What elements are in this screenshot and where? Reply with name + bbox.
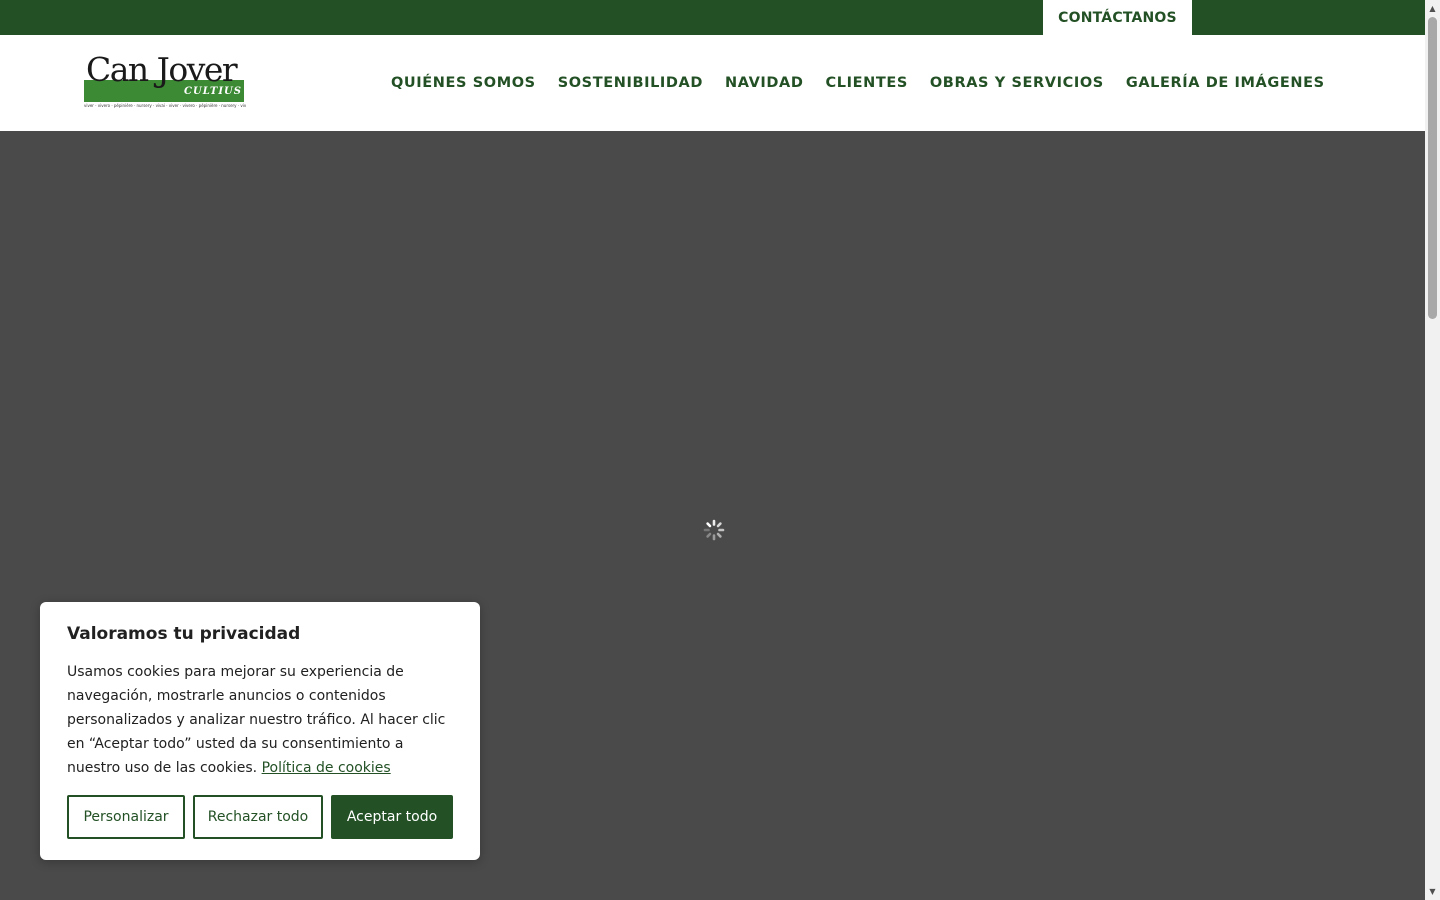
vertical-scrollbar[interactable]: ▲ ▼ xyxy=(1425,0,1440,900)
cookie-title: Valoramos tu privacidad xyxy=(67,624,301,644)
customize-button[interactable]: Personalizar xyxy=(67,795,185,839)
arrow-up-icon[interactable]: ▲ xyxy=(1425,0,1440,17)
nav-item-clientes[interactable]: CLIENTES xyxy=(826,75,908,91)
scrollbar-thumb[interactable] xyxy=(1428,17,1437,319)
top-bar: CONTÁCTANOS xyxy=(0,0,1425,35)
arrow-down-icon[interactable]: ▼ xyxy=(1425,883,1440,900)
nav-item-quienes-somos[interactable]: QUIÉNES SOMOS xyxy=(391,75,536,91)
logo-tagline: viver · vivero · pépinière · nursery · v… xyxy=(84,103,246,108)
accept-all-button[interactable]: Aceptar todo xyxy=(331,795,453,839)
nav-item-sostenibilidad[interactable]: SOSTENIBILIDAD xyxy=(558,75,703,91)
logo-wordmark: Can Jover xyxy=(86,50,238,89)
loading-spinner-icon xyxy=(703,519,725,541)
contact-button[interactable]: CONTÁCTANOS xyxy=(1043,0,1192,35)
nav-item-navidad[interactable]: NAVIDAD xyxy=(725,75,803,91)
logo-subtitle: CULTIUS xyxy=(184,86,242,97)
site-header: Can Jover CULTIUS viver · vivero · pépin… xyxy=(0,35,1425,131)
page: CONTÁCTANOS Can Jover CULTIUS viver · vi… xyxy=(0,0,1425,900)
reject-all-button[interactable]: Rechazar todo xyxy=(193,795,323,839)
logo[interactable]: Can Jover CULTIUS viver · vivero · pépin… xyxy=(84,50,246,112)
cookie-consent-banner: Valoramos tu privacidad Usamos cookies p… xyxy=(40,602,480,860)
nav-item-galeria-de-imagenes[interactable]: GALERÍA DE IMÁGENES xyxy=(1126,75,1325,91)
cookie-policy-link[interactable]: Política de cookies xyxy=(262,760,391,776)
nav-item-obras-y-servicios[interactable]: OBRAS Y SERVICIOS xyxy=(930,75,1104,91)
main-nav: QUIÉNES SOMOS SOSTENIBILIDAD NAVIDAD CLI… xyxy=(391,35,1347,131)
cookie-text: Usamos cookies para mejorar su experienc… xyxy=(67,660,453,780)
